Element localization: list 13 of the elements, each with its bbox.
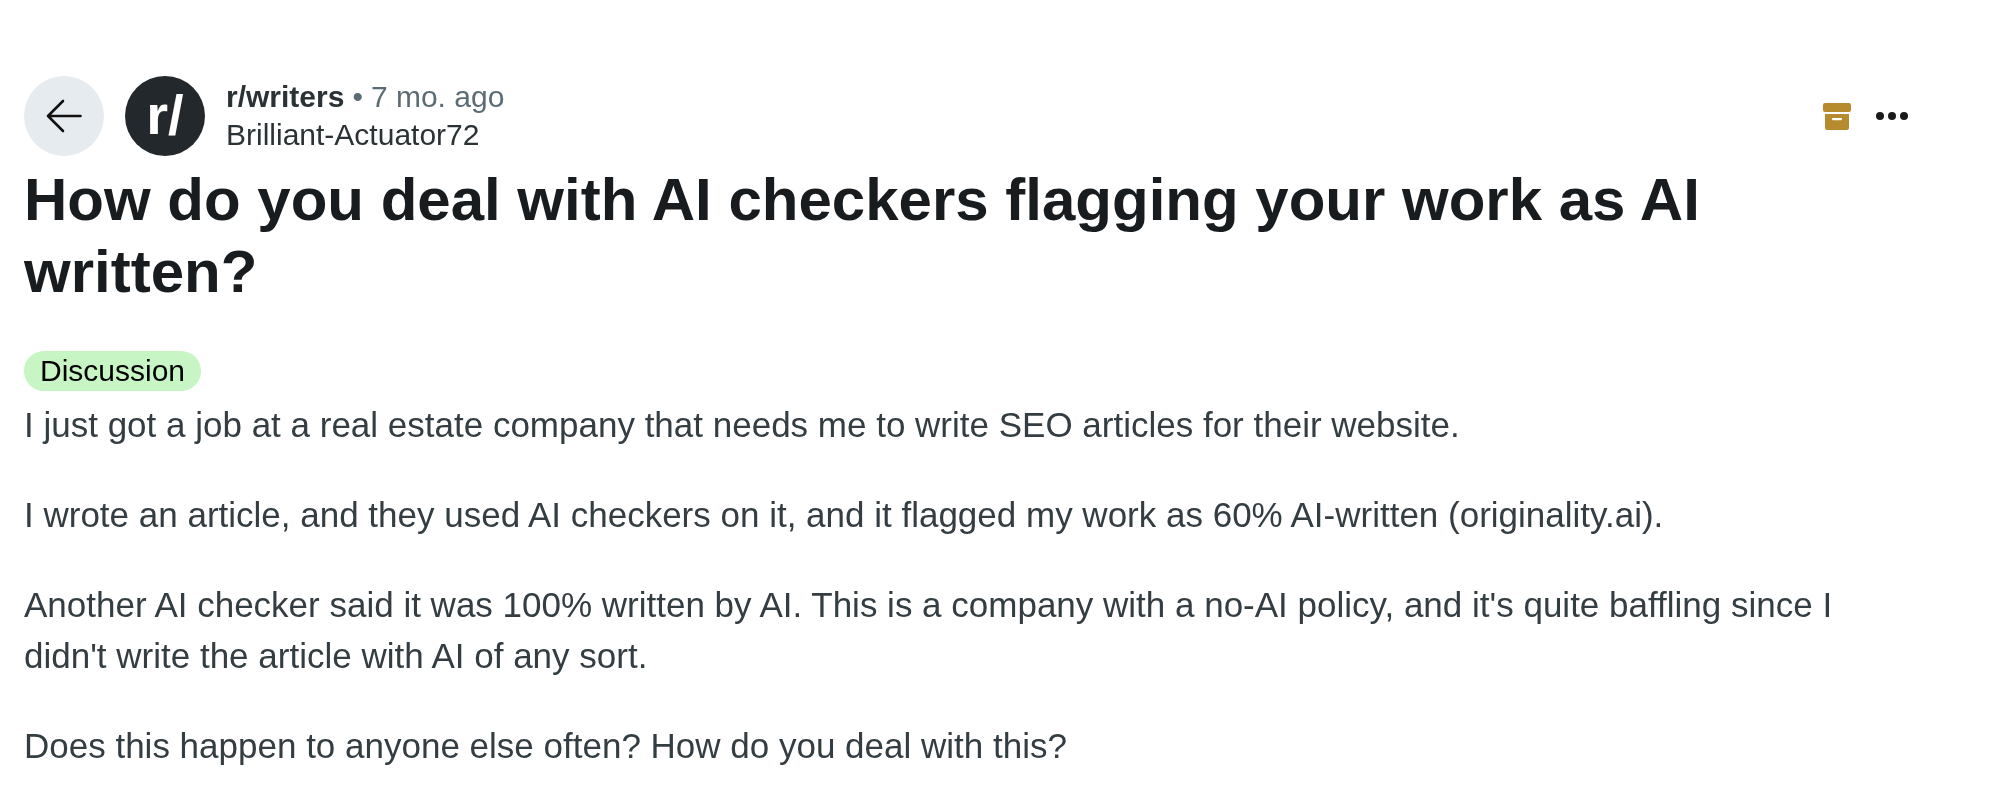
author-name[interactable]: Brilliant-Actuator72 — [226, 116, 480, 154]
flair-tag[interactable]: Discussion — [24, 351, 202, 391]
community-avatar[interactable]: r/ — [125, 76, 205, 156]
post-body-paragraph: Does this happen to anyone else often? How do you deal with this? — [24, 725, 1068, 767]
post-title: How do you deal with AI checkers flagging your work as AI written? — [24, 165, 1701, 307]
back-arrow-icon — [46, 99, 82, 133]
post-time: 7 mo. ago — [370, 79, 505, 115]
post-body-paragraph: I wrote an article, and they used AI checkers on it, and it flagged my work as 60% AI-written (originality.ai). — [24, 494, 1665, 536]
ellipsis-icon — [1876, 112, 1908, 120]
post-body-paragraph: I just got a job at a real estate company that needs me to write SEO articles for their website. — [24, 404, 1461, 446]
community-name[interactable]: r/writers — [226, 78, 345, 116]
post-body-paragraph: Another AI checker said it was 100% written by AI. This is a company with a no-AI policy, and it's quite baffling since I didn't write the article with AI of any sort. — [24, 584, 1834, 677]
bullet-separator: • — [352, 79, 363, 115]
